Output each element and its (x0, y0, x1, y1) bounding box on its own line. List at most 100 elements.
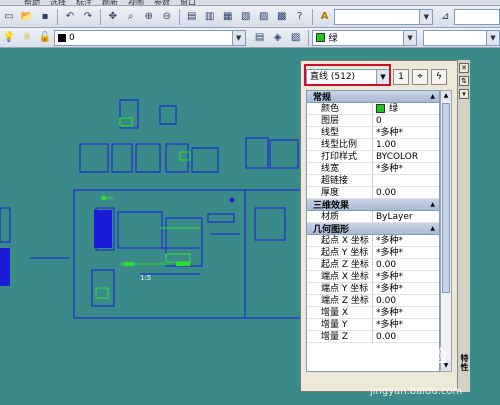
chevron-down-icon[interactable]: ▼ (485, 30, 499, 45)
quick-select-icon[interactable]: ϟ (431, 69, 447, 85)
menu-item[interactable]: 选择 (50, 0, 66, 5)
drawing-block-green (119, 117, 133, 127)
menu-item[interactable]: 窗口 (180, 0, 196, 5)
drawing-block (165, 217, 203, 267)
menu-item[interactable]: 参数 (154, 0, 170, 5)
sun-icon[interactable]: ☼ (19, 30, 35, 46)
drawing-fill (94, 210, 112, 248)
scroll-up-icon[interactable]: ▲ (441, 91, 451, 101)
property-name: 增量 Z (307, 331, 373, 342)
scrollbar-thumb[interactable] (442, 103, 450, 293)
help-icon[interactable]: ? (292, 9, 308, 25)
color-combo[interactable]: 绿 ▼ (311, 29, 418, 46)
collapse-icon[interactable]: ▲ (430, 225, 435, 232)
text-style-icon[interactable]: A (317, 9, 333, 25)
property-row[interactable]: 起点 Z 坐标 0.00 (307, 259, 439, 271)
property-value[interactable]: *多种* (373, 307, 439, 318)
make-current-icon[interactable]: ◈ (270, 30, 286, 46)
palette-title: 特性 (460, 354, 469, 372)
dim-style-icon[interactable]: ⊿ (437, 9, 453, 25)
property-value[interactable]: *多种* (373, 283, 439, 294)
chevron-down-icon[interactable]: ▼ (403, 30, 417, 45)
zoom-window-icon[interactable]: ⊕ (141, 9, 157, 25)
property-value[interactable]: *多种* (373, 127, 439, 138)
property-row[interactable]: 增量 Y *多种* (307, 319, 439, 331)
chevron-down-icon[interactable]: ▼ (419, 9, 433, 24)
toolbar-divider (178, 8, 180, 25)
menu-item[interactable]: 帮助 (24, 0, 40, 5)
save-icon[interactable]: ▪ (37, 9, 53, 25)
lock-icon[interactable]: 🔓 (37, 30, 53, 46)
linetype-combo[interactable]: ▼ (423, 29, 500, 46)
property-value[interactable]: *多种* (373, 235, 439, 246)
menu-item[interactable]: 视图 (128, 0, 144, 5)
property-row[interactable]: 端点 X 坐标 *多种* (307, 271, 439, 283)
design-center-icon[interactable]: ▥ (202, 9, 218, 25)
standard-toolbar: ▭ 📂 ▪ ↶ ↷ ✥ ⌕ ⊕ ⊖ ▤ ▥ ▦ ▧ ▨ ▩ ? A ▼ ⊿ (0, 6, 500, 28)
property-value[interactable]: 0.00 (373, 331, 439, 342)
property-value[interactable]: 0.00 (373, 295, 439, 306)
property-value-text: *多种* (376, 235, 404, 246)
redo-icon[interactable]: ↷ (80, 9, 96, 25)
property-category[interactable]: 常规 ▲ (307, 91, 439, 103)
pickadd-toggle-button[interactable]: 1 (393, 69, 409, 85)
menu-item[interactable]: 标注 (76, 0, 92, 5)
select-objects-icon[interactable]: ⌖ (412, 69, 428, 85)
property-value[interactable]: *多种* (373, 319, 439, 330)
property-category[interactable]: 三维效果 ▲ (307, 199, 439, 211)
calculator-icon[interactable]: ▩ (274, 9, 290, 25)
property-row[interactable]: 起点 Y 坐标 *多种* (307, 247, 439, 259)
property-value[interactable]: *多种* (373, 163, 439, 174)
property-value[interactable] (373, 175, 439, 186)
property-value[interactable]: ByLayer (373, 211, 439, 222)
tool-palette-icon[interactable]: ▦ (220, 9, 236, 25)
collapse-icon[interactable]: ▲ (430, 93, 435, 100)
property-value[interactable]: *多种* (373, 247, 439, 258)
property-value[interactable]: 0 (373, 115, 439, 126)
property-row[interactable]: 增量 X *多种* (307, 307, 439, 319)
palette-title-bar[interactable]: ✕ ⇅ ▾ 特性 (457, 60, 470, 392)
property-row[interactable]: 端点 Y 坐标 *多种* (307, 283, 439, 295)
close-icon[interactable]: ✕ (459, 63, 469, 73)
property-row[interactable]: 线型 *多种* (307, 127, 439, 139)
property-row[interactable]: 线型比例 1.00 (307, 139, 439, 151)
pan-icon[interactable]: ✥ (105, 9, 121, 25)
properties-menu-icon[interactable]: ▾ (459, 89, 469, 99)
property-row[interactable]: 颜色 绿 (307, 103, 439, 115)
markup-icon[interactable]: ▨ (256, 9, 272, 25)
layer-properties-icon[interactable]: ▤ (252, 30, 268, 46)
dim-style-combo[interactable] (454, 8, 500, 25)
menu-item[interactable]: 刷新 (102, 0, 118, 5)
property-row[interactable]: 线宽 *多种* (307, 163, 439, 175)
zoom-icon[interactable]: ⌕ (123, 9, 139, 25)
property-row[interactable]: 起点 X 坐标 *多种* (307, 235, 439, 247)
property-value-text: *多种* (376, 247, 404, 258)
properties-icon[interactable]: ▤ (184, 9, 200, 25)
property-category[interactable]: 几何图形 ▲ (307, 223, 439, 235)
layer-previous-icon[interactable]: ▨ (288, 30, 304, 46)
property-row[interactable]: 图层 0 (307, 115, 439, 127)
property-row[interactable]: 端点 Z 坐标 0.00 (307, 295, 439, 307)
property-value[interactable]: 1.00 (373, 139, 439, 150)
open-icon[interactable]: 📂 (19, 9, 35, 25)
layer-combo[interactable]: 0 ▼ (54, 29, 246, 46)
zoom-previous-icon[interactable]: ⊖ (159, 9, 175, 25)
drawing-block (0, 207, 11, 243)
chevron-down-icon[interactable]: ▼ (231, 30, 245, 45)
text-style-combo[interactable]: ▼ (333, 8, 434, 25)
property-value[interactable]: BYCOLOR (373, 151, 439, 162)
auto-hide-icon[interactable]: ⇅ (459, 76, 469, 86)
property-value[interactable]: *多种* (373, 271, 439, 282)
lightbulb-icon[interactable]: 💡 (1, 30, 17, 46)
sheet-set-icon[interactable]: ▧ (238, 9, 254, 25)
properties-scrollbar[interactable]: ▲ ▼ (440, 90, 452, 372)
undo-icon[interactable]: ↶ (62, 9, 78, 25)
property-value[interactable]: 0.00 (373, 259, 439, 270)
collapse-icon[interactable]: ▲ (430, 201, 435, 208)
new-icon[interactable]: ▭ (1, 9, 17, 25)
property-row[interactable]: 超链接 (307, 175, 439, 187)
property-name: 起点 X 坐标 (307, 235, 373, 246)
property-value[interactable]: 0.00 (373, 187, 439, 198)
property-row[interactable]: 打印样式 BYCOLOR (307, 151, 439, 163)
property-value[interactable]: 绿 (373, 103, 439, 114)
